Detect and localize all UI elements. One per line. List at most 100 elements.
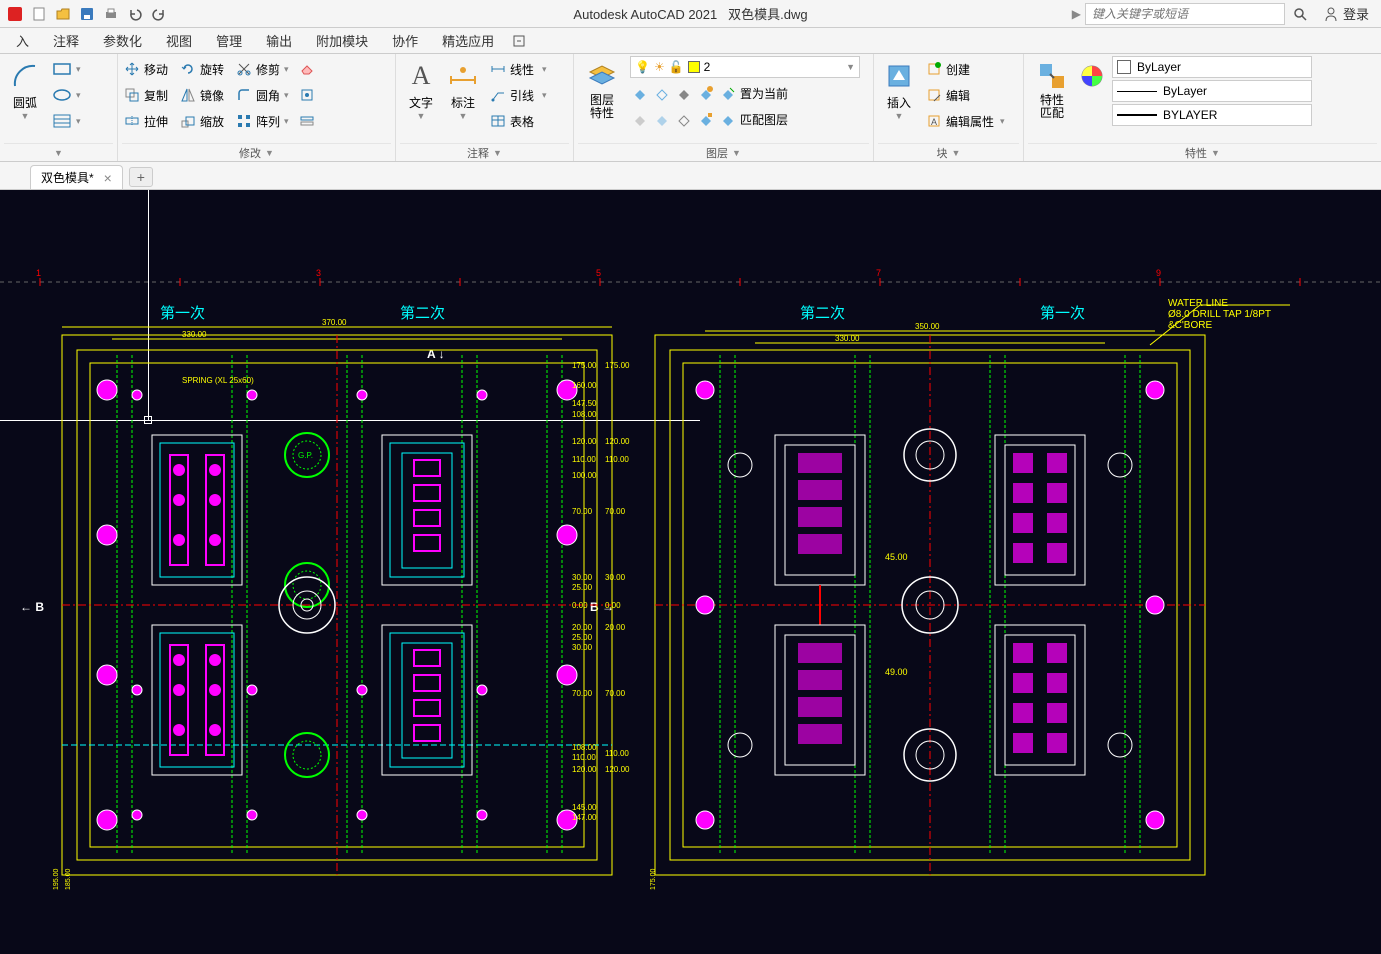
linetype-combo[interactable]: ByLayer [1112,80,1312,102]
panel-layers-title[interactable]: 图层▼ [578,143,869,161]
menu-parametric[interactable]: 参数化 [91,28,154,53]
scale-icon [180,113,196,129]
svg-text:330.00: 330.00 [182,330,207,339]
text-button[interactable]: A 文字▼ [400,56,442,125]
layer-iso3[interactable] [674,80,694,106]
layer-match-button[interactable]: 匹配图层 [718,106,790,132]
scale-button[interactable]: 缩放 [178,108,226,134]
trim-button[interactable]: 修剪▾ [234,56,291,82]
color-combo[interactable]: ByLayer [1112,56,1312,78]
svg-text:110.00: 110.00 [605,749,629,758]
stretch-button[interactable]: 拉伸 [122,108,170,134]
menu-annotate[interactable]: 注释 [41,28,91,53]
layer-iso4[interactable] [696,80,716,106]
panel-properties: 特性 匹配 ByLayer ByLayer BYLAYER 特性▼ [1024,54,1381,161]
menu-insert[interactable]: 入 [4,28,41,53]
panel-draw-title[interactable]: ▼ [4,143,113,161]
dim-button[interactable]: 标注▼ [442,56,484,125]
insert-button[interactable]: 插入▼ [878,56,920,125]
app-name: Autodesk AutoCAD 2021 [573,7,717,22]
color-wheel-button[interactable] [1076,56,1108,98]
array-icon [236,113,252,129]
panel-annotation-title[interactable]: 注释▼ [400,143,569,161]
search-input[interactable] [1085,3,1285,25]
login-button[interactable]: 登录 [1315,4,1377,23]
layer-iso2[interactable] [652,80,672,106]
panel-block: 插入▼ 创建 编辑 A编辑属性▾ 块▼ [874,54,1024,161]
drawing-canvas[interactable]: 13579 第一次 第二次 第二次 第一次 WATER LINE Ø8.0 DR… [0,190,1381,954]
copy-button[interactable]: 复制 [122,82,170,108]
leader-button[interactable]: 引线▾ [488,82,549,108]
editattr-label: 编辑属性 [946,113,994,130]
linetype-label: ByLayer [1163,84,1207,98]
ellipse-button[interactable]: ▾ [50,82,83,108]
edit-button[interactable]: 编辑 [924,82,1007,108]
fillet-button[interactable]: 圆角▾ [234,82,291,108]
linear-button[interactable]: 线性▾ [488,56,549,82]
lineweight-combo[interactable]: BYLAYER [1112,104,1312,126]
table-button[interactable]: 表格 [488,108,549,134]
svg-text:120.00: 120.00 [605,437,630,446]
new-icon[interactable] [28,3,50,25]
close-icon[interactable]: × [104,170,112,186]
new-tab-button[interactable]: + [129,167,153,187]
layer-combo[interactable]: 💡 ☀ 🔓 2 ▼ [630,56,860,78]
svg-text:120.00: 120.00 [572,437,597,446]
dim-label: 标注 [451,94,475,111]
rotate-button[interactable]: 旋转 [178,56,226,82]
erase-button[interactable] [297,56,317,82]
layer-iso7[interactable] [674,106,694,132]
sun-icon: ☀ [654,60,665,74]
filetab-active[interactable]: 双色模具* × [30,165,123,189]
editattr-button[interactable]: A编辑属性▾ [924,108,1007,134]
scale-label: 缩放 [200,113,224,130]
layer-current-button[interactable]: 置为当前 [718,80,790,106]
save-icon[interactable] [76,3,98,25]
layer-iso1[interactable] [630,80,650,106]
layer-props-button[interactable]: 图层 特性 [578,56,626,124]
login-label: 登录 [1343,4,1369,23]
panel-block-title[interactable]: 块▼ [878,143,1019,161]
mirror-button[interactable]: 镜像 [178,82,226,108]
array-button[interactable]: 阵列▾ [234,108,291,134]
print-icon[interactable] [100,3,122,25]
menu-manage[interactable]: 管理 [204,28,254,53]
open-icon[interactable] [52,3,74,25]
layer-iso5[interactable] [630,106,650,132]
search-icon[interactable] [1289,3,1311,25]
svg-text:0.00: 0.00 [572,601,588,610]
layer-props-label: 图层 特性 [590,94,614,120]
undo-icon[interactable] [124,3,146,25]
menu-collaborate[interactable]: 协作 [380,28,430,53]
move-button[interactable]: 移动 [122,56,170,82]
layer-iso6[interactable] [652,106,672,132]
menu-more[interactable] [506,28,532,53]
create-button[interactable]: 创建 [924,56,1007,82]
panel-modify-title[interactable]: 修改▼ [122,143,391,161]
layer-iso8[interactable] [696,106,716,132]
app-menu-button[interactable] [4,3,26,25]
svg-text:175.00: 175.00 [650,868,657,890]
color-wheel-icon [1076,60,1108,92]
hatch-button[interactable]: ▾ [50,108,83,134]
user-icon [1323,6,1339,22]
redo-icon[interactable] [148,3,170,25]
menu-featured[interactable]: 精选应用 [430,28,506,53]
svg-text:70.00: 70.00 [572,507,593,516]
arc-button[interactable]: 圆弧 ▼ [4,56,46,125]
offset-button[interactable] [297,108,317,134]
match-props-button[interactable]: 特性 匹配 [1028,56,1076,124]
explode-button[interactable] [297,82,317,108]
panel-properties-title[interactable]: 特性▼ [1028,143,1377,161]
menu-view[interactable]: 视图 [154,28,204,53]
linear-icon [490,61,506,77]
panel-draw: 圆弧 ▼ ▾ ▾ ▾ ▼ [0,54,118,161]
svg-text:110.00: 110.00 [605,455,629,464]
menu-addins[interactable]: 附加模块 [304,28,380,53]
layer-color-swatch [688,61,700,73]
svg-text:G.P.: G.P. [298,451,313,460]
drawing-left: 370.00 330.00 SPRING (XL 25x60) [0,190,1381,954]
svg-text:195.00: 195.00 [53,868,60,890]
rect-button[interactable]: ▾ [50,56,83,82]
menu-output[interactable]: 输出 [254,28,304,53]
